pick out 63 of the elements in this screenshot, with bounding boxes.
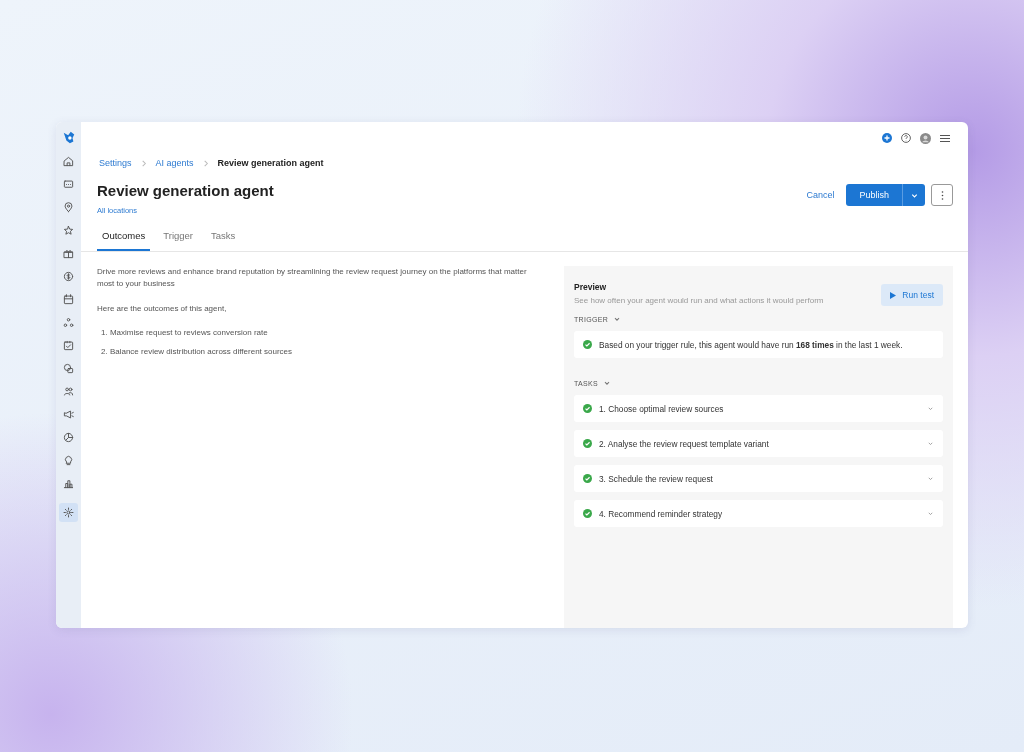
tab[interactable]: Trigger bbox=[158, 230, 199, 251]
speech-bubbles-icon bbox=[63, 363, 74, 374]
check-circle-icon bbox=[583, 474, 592, 483]
task-row[interactable]: 4. Recommend reminder strategy bbox=[574, 500, 943, 527]
run-test-button[interactable]: Run test bbox=[881, 284, 943, 306]
chevron-down-icon bbox=[927, 510, 934, 517]
tab[interactable]: Tasks bbox=[206, 230, 241, 251]
preview-title: Preview bbox=[574, 282, 608, 292]
gift-icon bbox=[63, 248, 74, 259]
outcome-item: 2. Balance review distribution across different sources bbox=[101, 345, 294, 358]
task-label: 3. Schedule the review request bbox=[599, 473, 714, 484]
bar-chart-icon bbox=[63, 478, 74, 489]
checklist-icon bbox=[63, 340, 74, 351]
dollar-icon bbox=[63, 271, 74, 282]
logo-icon bbox=[61, 130, 76, 144]
check-circle-icon bbox=[583, 439, 592, 448]
avatar-icon[interactable] bbox=[920, 132, 931, 144]
help-icon[interactable] bbox=[901, 133, 911, 143]
chevron-right-icon bbox=[202, 159, 209, 167]
task-label: 4. Recommend reminder strategy bbox=[599, 508, 724, 519]
page-title: Review generation agent bbox=[97, 182, 274, 199]
more-button[interactable] bbox=[931, 184, 953, 206]
play-icon bbox=[890, 291, 897, 299]
megaphone-icon bbox=[63, 409, 74, 420]
lightbulb-icon bbox=[63, 455, 74, 466]
task-label: 1. Choose optimal review sources bbox=[599, 403, 725, 414]
chevron-down-icon bbox=[613, 315, 621, 323]
task-row[interactable]: 2. Analyse the review request template variant bbox=[574, 430, 943, 457]
publish-dropdown-button[interactable] bbox=[902, 184, 925, 206]
breadcrumb-link[interactable]: Settings bbox=[99, 158, 132, 168]
chevron-down-icon bbox=[927, 440, 934, 447]
outcome-item: 1. Maximise request to reviews conversion rate bbox=[101, 327, 269, 340]
check-circle-icon bbox=[583, 509, 592, 518]
home-icon bbox=[63, 156, 74, 167]
check-circle-icon bbox=[583, 404, 592, 413]
tab[interactable]: Outcomes bbox=[97, 230, 151, 251]
outcomes-lead-text: Here are the outcomes of this agent, bbox=[97, 302, 228, 315]
task-row[interactable]: 3. Schedule the review request bbox=[574, 465, 943, 492]
chevron-right-icon bbox=[140, 159, 147, 167]
task-row[interactable]: 1. Choose optimal review sources bbox=[574, 395, 943, 422]
more-icon bbox=[940, 190, 944, 200]
chevron-down-icon bbox=[927, 475, 934, 482]
task-label: 2. Analyse the review request template variant bbox=[599, 438, 770, 449]
trigger-message: Based on your trigger rule, this agent would have run 168 times in the last 1 week. bbox=[599, 339, 904, 350]
preview-subtitle: See how often your agent would run and what actions it would perform bbox=[574, 296, 824, 305]
check-circle-icon bbox=[583, 340, 592, 349]
calendar-icon bbox=[63, 294, 74, 305]
sidebar-item[interactable] bbox=[59, 503, 78, 522]
add-icon[interactable] bbox=[882, 133, 892, 143]
publish-button[interactable]: Publish bbox=[846, 184, 902, 206]
menu-icon[interactable] bbox=[940, 133, 950, 143]
pie-chart-icon bbox=[63, 432, 74, 443]
people-icon bbox=[63, 386, 74, 397]
description-text: Drive more reviews and enhance brand reputation by streamlining the review request journey on the platforms that matter most to your business bbox=[97, 266, 528, 291]
breadcrumb-link[interactable]: AI agents bbox=[155, 158, 194, 168]
cancel-button[interactable]: Cancel bbox=[806, 190, 835, 200]
chat-icon bbox=[63, 179, 74, 190]
star-icon bbox=[63, 225, 74, 236]
chevron-down-icon bbox=[602, 379, 611, 387]
nodes-icon bbox=[63, 317, 74, 328]
location-pin-icon bbox=[63, 202, 74, 213]
chevron-down-icon bbox=[927, 405, 934, 412]
breadcrumb-current: Review generation agent bbox=[217, 158, 324, 168]
